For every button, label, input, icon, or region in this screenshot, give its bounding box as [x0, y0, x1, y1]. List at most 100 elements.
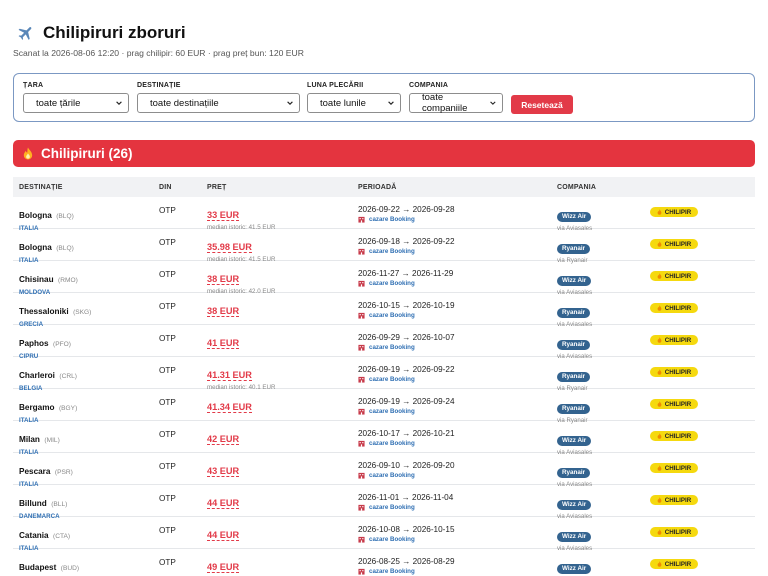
destination-filter-label: DESTINAȚIE — [137, 82, 181, 89]
chevron-down-icon — [287, 101, 293, 105]
destination-city[interactable]: Budapest — [19, 563, 56, 572]
country-filter-label: ȚARA — [23, 82, 44, 89]
column-header-from[interactable]: DIN — [159, 184, 172, 191]
destination-city[interactable]: Milan — [19, 435, 40, 444]
price-value[interactable]: 43 EUR — [207, 466, 240, 477]
destination-cell: Catania (CTA) ITALIA — [19, 525, 70, 552]
table-row[interactable]: Thessaloniki (SKG) GRECIA OTP 38 EUR 2026-10… — [13, 293, 755, 328]
price-value[interactable]: 38 EUR — [207, 274, 240, 285]
airline-badge: Wizz Air — [557, 436, 592, 446]
month-filter: LUNA PLECĂRII toate lunile — [307, 82, 401, 113]
chilipir-badge-label: CHILIPIR — [664, 272, 692, 280]
table-row[interactable]: Budapest (BUD)UNGARIA OTP 49 EUR 2026-08-25… — [13, 549, 755, 576]
price-value[interactable]: 35.98 EUR — [207, 242, 252, 253]
airline-badge: Wizz Air — [557, 532, 592, 542]
booking-link[interactable]: cazare Booking — [358, 344, 455, 351]
month-select[interactable]: toate lunile — [307, 93, 401, 113]
hotel-icon — [358, 472, 365, 479]
chilipir-badge-label: CHILIPIR — [664, 464, 692, 472]
period-cell: 2026-08-25 → 2026-08-29 cazare Booking — [358, 557, 455, 575]
booking-link[interactable]: cazare Booking — [358, 280, 453, 287]
booking-link[interactable]: cazare Booking — [358, 536, 455, 543]
airport-code: (BUD) — [60, 565, 80, 572]
booking-link[interactable]: cazare Booking — [358, 440, 455, 447]
column-header-destination[interactable]: DESTINAȚIE — [19, 184, 63, 191]
price-cell: 38 EUR — [207, 301, 240, 319]
destination-city[interactable]: Catania — [19, 531, 49, 540]
price-value[interactable]: 41.34 EUR — [207, 402, 252, 413]
booking-link[interactable]: cazare Booking — [358, 472, 455, 479]
chevron-down-icon — [388, 101, 394, 105]
table-row[interactable]: Pescara (PSR) ITALIA OTP 43 EUR 2026-09-10 →… — [13, 453, 755, 488]
column-header-period[interactable]: PERIOADĂ — [358, 184, 397, 191]
destination-city[interactable]: Thessaloniki — [19, 307, 69, 316]
travel-dates: 2026-09-19 → 2026-09-22 — [358, 365, 455, 374]
column-header-company[interactable]: COMPANIA — [557, 184, 596, 191]
table-row[interactable]: Charleroi (CRL) BELGIA OTP 41.31 EUR median … — [13, 357, 755, 392]
booking-link[interactable]: cazare Booking — [358, 216, 455, 223]
country-select[interactable]: toate țările — [23, 93, 129, 113]
column-header-price[interactable]: PREȚ — [207, 184, 226, 191]
table-row[interactable]: Billund (BLL) DANEMARCA OTP 44 EUR 2026-11-0… — [13, 485, 755, 520]
booking-link[interactable]: cazare Booking — [358, 408, 455, 415]
airline-badge: Wizz Air — [557, 276, 592, 286]
price-value[interactable]: 41 EUR — [207, 338, 240, 349]
table-row[interactable]: Bologna (BLQ) ITALIA OTP 35.98 EUR median is… — [13, 229, 755, 264]
price-value[interactable]: 49 EUR — [207, 562, 240, 573]
destination-city[interactable]: Bologna — [19, 211, 52, 220]
reset-button[interactable]: Resetează — [511, 95, 573, 114]
table-row[interactable]: Bergamo (BGY) ITALIA OTP 41.34 EUR 2026-09-1… — [13, 389, 755, 424]
month-select-value: toate lunile — [320, 97, 366, 109]
chilipir-badge: CHILIPIR — [650, 399, 698, 409]
price-value[interactable]: 33 EUR — [207, 210, 240, 221]
chilipir-badge: CHILIPIR — [650, 431, 698, 441]
destination-city[interactable]: Chisinau — [19, 275, 54, 284]
price-value[interactable]: 44 EUR — [207, 498, 240, 509]
period-cell: 2026-09-22 → 2026-09-28 cazare Booking — [358, 205, 455, 223]
booking-link[interactable]: cazare Booking — [358, 312, 455, 319]
travel-dates: 2026-08-25 → 2026-08-29 — [358, 557, 455, 566]
destination-city[interactable]: Bologna — [19, 243, 52, 252]
airport-code: (BLQ) — [56, 213, 74, 220]
airport-code: (BLQ) — [56, 245, 74, 252]
table-row[interactable]: Paphos (PFO) CIPRU OTP 41 EUR 2026-09-29 → 2… — [13, 325, 755, 360]
fire-icon — [23, 147, 33, 160]
fire-icon — [657, 497, 662, 503]
origin-airport: OTP — [159, 430, 176, 439]
destination-city[interactable]: Pescara — [19, 467, 50, 476]
price-cell: 41 EUR — [207, 333, 240, 351]
booking-link[interactable]: cazare Booking — [358, 376, 455, 383]
price-value[interactable]: 38 EUR — [207, 306, 240, 317]
fire-icon — [657, 561, 662, 567]
price-value[interactable]: 42 EUR — [207, 434, 240, 445]
hotel-icon — [358, 440, 365, 447]
period-cell: 2026-11-27 → 2026-11-29 cazare Booking — [358, 269, 453, 287]
chilipir-badge-label: CHILIPIR — [664, 304, 692, 312]
table-row[interactable]: Chisinau (RMO) MOLDOVA OTP 38 EUR median ist… — [13, 261, 755, 296]
price-value[interactable]: 44 EUR — [207, 530, 240, 541]
period-cell: 2026-09-10 → 2026-09-20 cazare Booking — [358, 461, 455, 479]
origin-airport: OTP — [159, 398, 176, 407]
table-row[interactable]: Bologna (BLQ) ITALIA OTP 33 EUR median istor… — [13, 197, 755, 232]
period-cell: 2026-10-08 → 2026-10-15 cazare Booking — [358, 525, 455, 543]
period-cell: 2026-09-19 → 2026-09-22 cazare Booking — [358, 365, 455, 383]
table-row[interactable]: Milan (MIL) ITALIA OTP 42 EUR 2026-10-17 → 2… — [13, 421, 755, 456]
price-value[interactable]: 41.31 EUR — [207, 370, 252, 381]
booking-link[interactable]: cazare Booking — [358, 568, 455, 575]
company-cell: Ryanair via Ryanair — [557, 365, 591, 392]
destination-select[interactable]: toate destinațiile — [137, 93, 300, 113]
origin-airport: OTP — [159, 302, 176, 311]
destination-city[interactable]: Charleroi — [19, 371, 55, 380]
booking-link[interactable]: cazare Booking — [358, 504, 453, 511]
company-select[interactable]: toate companiile — [409, 92, 503, 114]
chilipir-badge-label: CHILIPIR — [664, 240, 692, 248]
table-row[interactable]: Catania (CTA) ITALIA OTP 44 EUR 2026-10-08 →… — [13, 517, 755, 552]
price-cell: 33 EUR median istoric: 41.5 EUR — [207, 205, 275, 231]
destination-city[interactable]: Paphos — [19, 339, 49, 348]
airport-code: (BLL) — [51, 501, 68, 508]
company-cell: Wizz Airvia Aviasales — [557, 557, 592, 576]
period-cell: 2026-10-15 → 2026-10-19 cazare Booking — [358, 301, 455, 319]
destination-city[interactable]: Bergamo — [19, 403, 55, 412]
destination-city[interactable]: Billund — [19, 499, 47, 508]
booking-link[interactable]: cazare Booking — [358, 248, 455, 255]
